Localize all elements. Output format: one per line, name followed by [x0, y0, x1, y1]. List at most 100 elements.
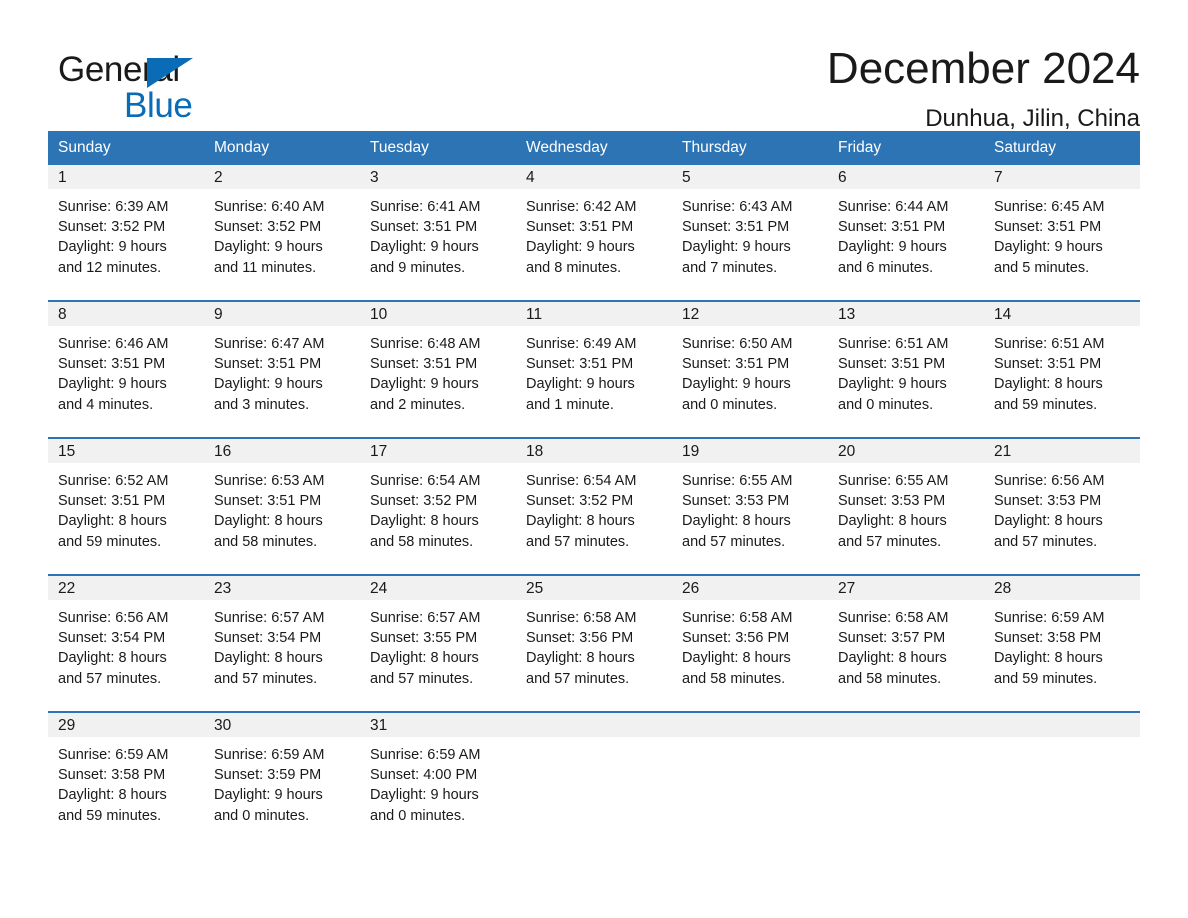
day-number: 4: [516, 165, 672, 189]
calendar-cell[interactable]: 6 Sunrise: 6:44 AM Sunset: 3:51 PM Daylight…: [828, 165, 984, 301]
calendar-cell[interactable]: 9 Sunrise: 6:47 AM Sunset: 3:51 PM Daylight…: [204, 300, 360, 438]
calendar-cell-empty: [828, 711, 984, 848]
calendar-cell[interactable]: 3 Sunrise: 6:41 AM Sunset: 3:51 PM Daylight…: [360, 165, 516, 301]
daylight-text-line1: Daylight: 9 hours: [526, 239, 635, 256]
daylight-text-line2: and 1 minute.: [526, 396, 614, 413]
daylight-text-line2: and 0 minutes.: [370, 807, 466, 824]
sunrise-text: Sunrise: 6:57 AM: [214, 610, 325, 626]
calendar-cell[interactable]: 20 Sunrise: 6:55 AM Sunset: 3:53 PM Dayligh…: [828, 437, 984, 575]
calendar-cell[interactable]: 10 Sunrise: 6:48 AM Sunset: 3:51 PM Dayligh…: [360, 300, 516, 438]
calendar-cell[interactable]: 2 Sunrise: 6:40 AM Sunset: 3:52 PM Daylight…: [204, 165, 360, 301]
sunset-text: Sunset: 3:51 PM: [370, 219, 478, 236]
sunset-text: Sunset: 3:51 PM: [214, 356, 322, 373]
calendar-cell[interactable]: 28 Sunrise: 6:59 AM Sunset: 3:58 PM Dayligh…: [984, 574, 1140, 712]
day-number: 7: [984, 165, 1140, 189]
day-number: 17: [360, 439, 516, 463]
calendar-cell[interactable]: 17 Sunrise: 6:54 AM Sunset: 3:52 PM Dayligh…: [360, 437, 516, 575]
calendar-cell[interactable]: 7 Sunrise: 6:45 AM Sunset: 3:51 PM Daylight…: [984, 165, 1140, 301]
sunset-text: Sunset: 3:58 PM: [58, 767, 166, 784]
calendar-cell[interactable]: 31 Sunrise: 6:59 AM Sunset: 4:00 PM Dayligh…: [360, 711, 516, 848]
day-number: 16: [204, 439, 360, 463]
calendar-cell[interactable]: 26 Sunrise: 6:58 AM Sunset: 3:56 PM Dayligh…: [672, 574, 828, 712]
daylight-text-line1: Daylight: 9 hours: [838, 376, 947, 393]
sunset-text: Sunset: 3:57 PM: [838, 630, 946, 647]
daylight-text-line2: and 7 minutes.: [682, 259, 778, 276]
day-number: 1: [48, 165, 204, 189]
calendar-cell[interactable]: 18 Sunrise: 6:54 AM Sunset: 3:52 PM Dayligh…: [516, 437, 672, 575]
calendar-cell[interactable]: 4 Sunrise: 6:42 AM Sunset: 3:51 PM Daylight…: [516, 165, 672, 301]
day-details: Sunrise: 6:59 AM Sunset: 4:00 PM Daylight:…: [360, 737, 516, 826]
sunset-text: Sunset: 3:56 PM: [526, 630, 634, 647]
day-number: 21: [984, 439, 1140, 463]
daylight-text-line2: and 11 minutes.: [214, 259, 317, 276]
day-details: Sunrise: 6:40 AM Sunset: 3:52 PM Daylight:…: [204, 189, 360, 278]
day-details: Sunrise: 6:49 AM Sunset: 3:51 PM Daylight:…: [516, 326, 672, 415]
daylight-text-line2: and 3 minutes.: [214, 396, 310, 413]
sunset-text: Sunset: 3:59 PM: [214, 767, 322, 784]
week-row: 22 Sunrise: 6:56 AM Sunset: 3:54 PM Dayligh…: [48, 574, 1140, 712]
calendar-cell[interactable]: 8 Sunrise: 6:46 AM Sunset: 3:51 PM Daylight…: [48, 300, 204, 438]
sunrise-text: Sunrise: 6:50 AM: [682, 336, 793, 352]
day-number: 19: [672, 439, 828, 463]
page-title: December 2024: [826, 44, 1140, 93]
day-details: Sunrise: 6:54 AM Sunset: 3:52 PM Daylight:…: [360, 463, 516, 552]
calendar-cell[interactable]: 15 Sunrise: 6:52 AM Sunset: 3:51 PM Dayligh…: [48, 437, 204, 575]
day-details: Sunrise: 6:51 AM Sunset: 3:51 PM Daylight:…: [984, 326, 1140, 415]
daylight-text-line1: Daylight: 9 hours: [58, 376, 167, 393]
daylight-text-line2: and 6 minutes.: [838, 259, 934, 276]
sunrise-text: Sunrise: 6:53 AM: [214, 473, 325, 489]
daylight-text-line1: Daylight: 8 hours: [58, 650, 167, 667]
sunrise-text: Sunrise: 6:59 AM: [58, 747, 169, 763]
day-details: Sunrise: 6:58 AM Sunset: 3:57 PM Daylight:…: [828, 600, 984, 689]
calendar-cell[interactable]: 30 Sunrise: 6:59 AM Sunset: 3:59 PM Dayligh…: [204, 711, 360, 848]
title-block: December 2024 Dunhua, Jilin, China: [238, 44, 1140, 133]
calendar-cell[interactable]: 11 Sunrise: 6:49 AM Sunset: 3:51 PM Dayligh…: [516, 300, 672, 438]
calendar-cell[interactable]: 25 Sunrise: 6:58 AM Sunset: 3:56 PM Dayligh…: [516, 574, 672, 712]
day-details: Sunrise: 6:57 AM Sunset: 3:54 PM Daylight:…: [204, 600, 360, 689]
weekday-header-sunday: Sunday: [48, 131, 204, 165]
day-number: 12: [672, 302, 828, 326]
calendar-cell[interactable]: 12 Sunrise: 6:50 AM Sunset: 3:51 PM Dayligh…: [672, 300, 828, 438]
daylight-text-line1: Daylight: 8 hours: [58, 513, 167, 530]
day-number: 22: [48, 576, 204, 600]
sunrise-text: Sunrise: 6:42 AM: [526, 199, 637, 215]
day-details: Sunrise: 6:42 AM Sunset: 3:51 PM Daylight:…: [516, 189, 672, 278]
daylight-text-line2: and 0 minutes.: [838, 396, 934, 413]
calendar-cell[interactable]: 23 Sunrise: 6:57 AM Sunset: 3:54 PM Dayligh…: [204, 574, 360, 712]
sunset-text: Sunset: 3:51 PM: [682, 356, 790, 373]
calendar-cell[interactable]: 24 Sunrise: 6:57 AM Sunset: 3:55 PM Dayligh…: [360, 574, 516, 712]
sunrise-text: Sunrise: 6:51 AM: [838, 336, 949, 352]
calendar-cell[interactable]: 21 Sunrise: 6:56 AM Sunset: 3:53 PM Dayligh…: [984, 437, 1140, 575]
daylight-text-line1: Daylight: 8 hours: [994, 376, 1103, 393]
sunrise-text: Sunrise: 6:43 AM: [682, 199, 793, 215]
daylight-text-line1: Daylight: 8 hours: [838, 513, 947, 530]
sunrise-text: Sunrise: 6:51 AM: [994, 336, 1105, 352]
calendar-cell[interactable]: 19 Sunrise: 6:55 AM Sunset: 3:53 PM Dayligh…: [672, 437, 828, 575]
daylight-text-line1: Daylight: 9 hours: [370, 787, 479, 804]
calendar-cell[interactable]: 13 Sunrise: 6:51 AM Sunset: 3:51 PM Dayligh…: [828, 300, 984, 438]
calendar-cell[interactable]: 22 Sunrise: 6:56 AM Sunset: 3:54 PM Dayligh…: [48, 574, 204, 712]
daylight-text-line2: and 57 minutes.: [370, 670, 474, 687]
calendar-cell[interactable]: 14 Sunrise: 6:51 AM Sunset: 3:51 PM Dayligh…: [984, 300, 1140, 438]
generalblue-logo[interactable]: General Blue: [48, 44, 238, 130]
daylight-text-line1: Daylight: 8 hours: [994, 650, 1103, 667]
day-number: 24: [360, 576, 516, 600]
calendar-cell[interactable]: 16 Sunrise: 6:53 AM Sunset: 3:51 PM Dayligh…: [204, 437, 360, 575]
sunset-text: Sunset: 3:51 PM: [370, 356, 478, 373]
calendar-cell[interactable]: 27 Sunrise: 6:58 AM Sunset: 3:57 PM Dayligh…: [828, 574, 984, 712]
day-number: [828, 713, 984, 737]
day-number: 28: [984, 576, 1140, 600]
calendar-cell[interactable]: 29 Sunrise: 6:59 AM Sunset: 3:58 PM Dayligh…: [48, 711, 204, 848]
sunset-text: Sunset: 4:00 PM: [370, 767, 478, 784]
daylight-text-line1: Daylight: 8 hours: [58, 787, 167, 804]
calendar-cell[interactable]: 5 Sunrise: 6:43 AM Sunset: 3:51 PM Daylight…: [672, 165, 828, 301]
sunset-text: Sunset: 3:52 PM: [58, 219, 166, 236]
day-number: 26: [672, 576, 828, 600]
daylight-text-line2: and 57 minutes.: [526, 670, 630, 687]
sunrise-text: Sunrise: 6:55 AM: [838, 473, 949, 489]
sunrise-text: Sunrise: 6:39 AM: [58, 199, 169, 215]
day-number: 9: [204, 302, 360, 326]
daylight-text-line1: Daylight: 8 hours: [682, 513, 791, 530]
day-details: Sunrise: 6:58 AM Sunset: 3:56 PM Daylight:…: [516, 600, 672, 689]
calendar-cell[interactable]: 1 Sunrise: 6:39 AM Sunset: 3:52 PM Daylight…: [48, 165, 204, 301]
